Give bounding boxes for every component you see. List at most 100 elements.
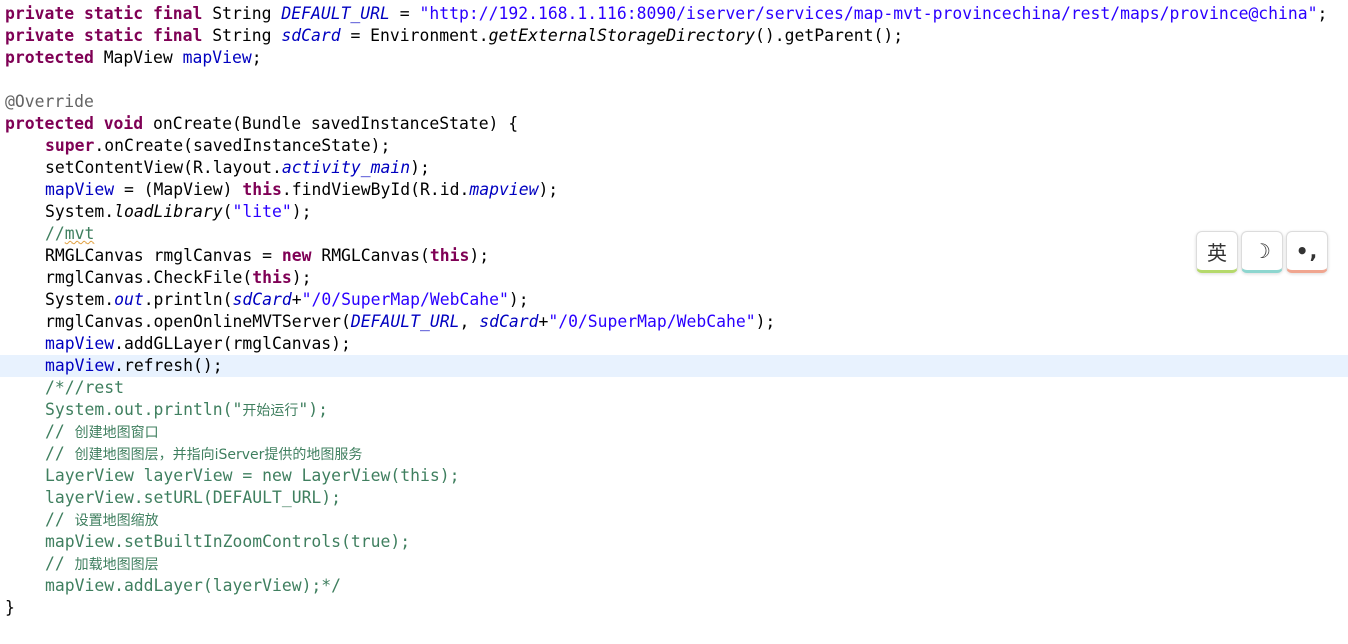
current-code-line[interactable]: mapView.refresh(); [0,355,1348,377]
comment: // 设置地图缩放 [45,510,159,529]
code-line[interactable]: // 创建地图窗口 [0,421,1348,443]
comment-text: 开始运行 [242,403,299,419]
comment-text: // [45,422,75,441]
code-line[interactable]: /*//rest [0,377,1348,399]
static-field: out [114,290,144,309]
comment-slashes: // [45,224,65,243]
field: mapView [45,356,115,375]
static-method: getExternalStorageDirectory [488,26,756,45]
code-line[interactable]: private static final String DEFAULT_URL … [0,3,1348,25]
code-line[interactable]: mapView.addGLLayer(rmglCanvas); [0,333,1348,355]
comment-text: "); [298,400,328,419]
code-line-blank[interactable] [0,69,1348,91]
comment: layerView.setURL(DEFAULT_URL); [45,488,342,507]
punctuation-icon: •, [1295,239,1319,263]
code-text: RMGLCanvas( [311,246,430,265]
type-name: String [212,26,272,45]
static-field: sdCard [479,312,539,331]
code-text: System. [45,202,115,221]
comment: // 加载地图图层 [45,554,159,573]
keyword: final [153,4,203,23]
code-line[interactable]: protected void onCreate(Bundle savedInst… [0,113,1348,135]
method-signature: onCreate(Bundle savedInstanceState) { [153,114,519,133]
ime-punctuation-toggle-button[interactable]: •, [1286,231,1328,273]
code-line[interactable]: rmglCanvas.openOnlineMVTServer(DEFAULT_U… [0,311,1348,333]
code-line[interactable]: protected MapView mapView; [0,47,1348,69]
ime-night-mode-button[interactable]: ☽ [1241,231,1283,273]
comment-text: 设置地图缩放 [74,513,159,529]
keyword: super [45,136,95,155]
code-text: setContentView(R.layout. [45,158,282,177]
code-text: = (MapView) [114,180,243,199]
spelling-warning-word: mvt [64,224,95,243]
comment-text: // [45,510,75,529]
code-line[interactable]: // 加载地图图层 [0,553,1348,575]
static-field: activity_main [281,158,411,177]
field: mapView [45,334,115,353]
code-line[interactable]: System.out.println("开始运行"); [0,399,1348,421]
code-line[interactable]: setContentView(R.layout.activity_main); [0,157,1348,179]
keyword: protected [5,48,94,67]
comment: // 创建地图窗口 [45,422,159,441]
code-line[interactable]: System.out.println(sdCard+"/0/SuperMap/W… [0,289,1348,311]
code-line[interactable]: // 创建地图图层，并指向iServer提供的地图服务 [0,443,1348,465]
code-text: ); [755,312,776,331]
keyword: new [281,246,312,265]
code-editor[interactable]: private static final String DEFAULT_URL … [0,3,1348,619]
keyword: static [83,26,144,45]
code-text: ( [222,202,233,221]
code-text: .addGLLayer(rmglCanvas); [114,334,351,353]
comment-text: // [45,554,75,573]
code-line[interactable]: layerView.setURL(DEFAULT_URL); [0,487,1348,509]
code-line[interactable]: super.onCreate(savedInstanceState); [0,135,1348,157]
string-literal: "http://192.168.1.116:8090/iserver/servi… [419,4,1318,23]
string-literal: "lite" [232,202,292,221]
static-field: DEFAULT_URL [281,4,390,23]
keyword: this [429,246,470,265]
code-text: .onCreate(savedInstanceState); [94,136,391,155]
type-name: String [212,4,272,23]
code-line[interactable]: LayerView layerView = new LayerView(this… [0,465,1348,487]
code-line[interactable]: mapView.setBuiltInZoomControls(true); [0,531,1348,553]
code-text: ); [508,290,529,309]
code-text: .println( [143,290,233,309]
code-line[interactable]: mapView = (MapView) this.findViewById(R.… [0,179,1348,201]
code-line[interactable]: private static final String sdCard = Env… [0,25,1348,47]
string-literal: "/0/SuperMap/WebCahe" [301,290,509,309]
comment-text: 加载地图图层 [74,557,159,573]
keyword: protected [5,114,94,133]
comment: //mvt [45,224,94,243]
keyword: private [5,26,75,45]
code-line[interactable]: } [0,597,1348,619]
comment: mapView.addLayer(layerView);*/ [45,576,342,595]
closing-brace: } [5,598,15,617]
annotation: @Override [5,92,94,111]
code-text: ); [469,246,490,265]
static-field: sdCard [281,26,341,45]
comment-text: 提供的地图服务 [264,447,363,463]
keyword: private [5,4,75,23]
code-line[interactable]: mapView.addLayer(layerView);*/ [0,575,1348,597]
code-text: ().getParent(); [755,26,904,45]
code-line[interactable]: //mvt [0,223,1348,245]
comment-text: 创建地图窗口 [74,425,159,441]
ime-language-toggle-button[interactable]: 英 [1196,231,1238,273]
static-field: mapview [469,180,539,199]
static-field: DEFAULT_URL [350,312,460,331]
code-line[interactable]: // 设置地图缩放 [0,509,1348,531]
punctuation: , [459,312,480,331]
code-line[interactable]: @Override [0,91,1348,113]
code-text: ); [291,202,312,221]
code-line[interactable]: System.loadLibrary("lite"); [0,201,1348,223]
comment: mapView.setBuiltInZoomControls(true); [45,532,411,551]
keyword: void [103,114,144,133]
comment-text: System.out.println(" [45,400,243,419]
comment: // 创建地图图层，并指向iServer提供的地图服务 [45,444,362,463]
code-line[interactable]: RMGLCanvas rmglCanvas = new RMGLCanvas(t… [0,245,1348,267]
code-line[interactable]: rmglCanvas.CheckFile(this); [0,267,1348,289]
string-literal: "/0/SuperMap/WebCahe" [548,312,756,331]
comment-text: iServer [214,447,265,463]
comment: System.out.println("开始运行"); [45,400,328,419]
static-method: loadLibrary [114,202,223,221]
moon-icon: ☽ [1253,239,1271,263]
